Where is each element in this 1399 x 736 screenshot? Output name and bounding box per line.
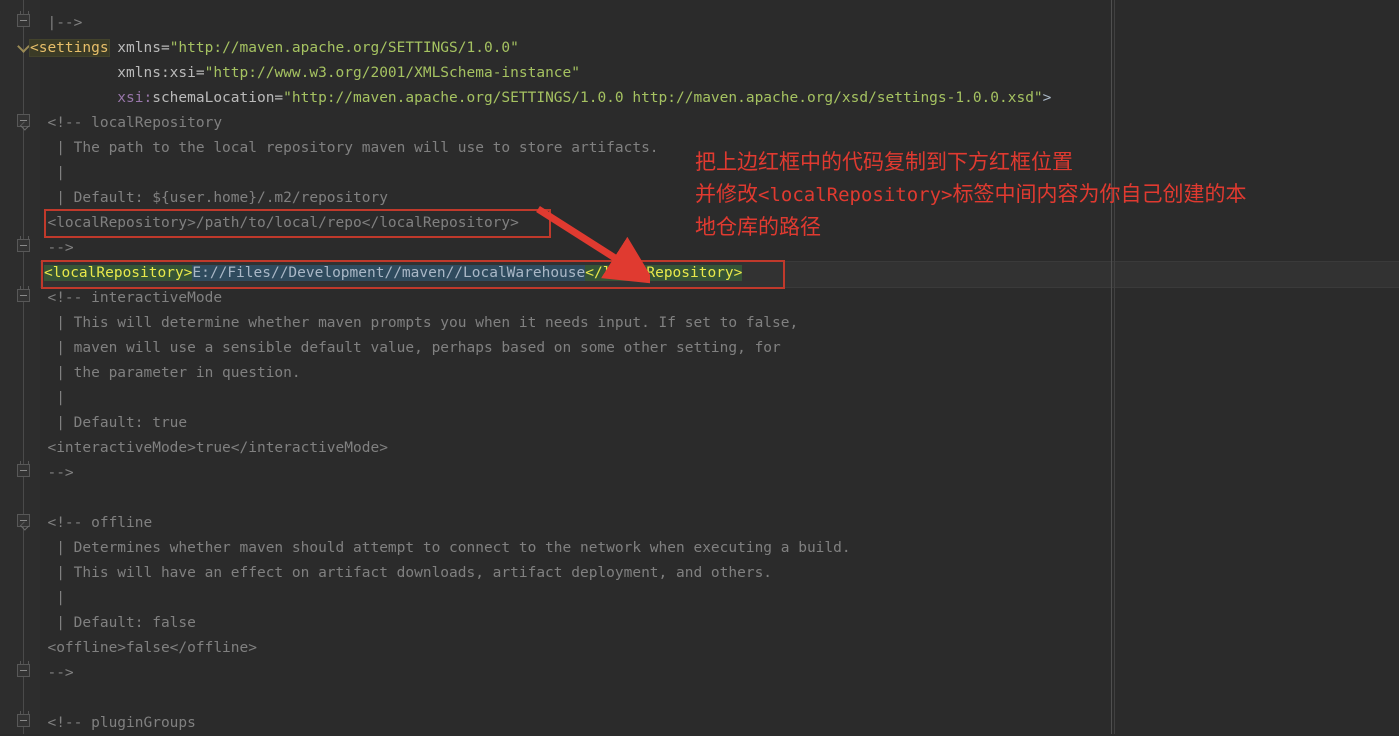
code-line[interactable]: xsi:schemaLocation="http://maven.apache.… [30, 86, 1051, 111]
code-token: "http://maven.apache.org/SETTINGS/1.0.0" [169, 40, 519, 56]
code-line[interactable]: <!-- interactiveMode [30, 286, 222, 311]
code-token: | The path to the local repository maven… [30, 140, 659, 156]
code-line[interactable]: --> [30, 236, 74, 261]
code-token: "http://www.w3.org/2001/XMLSchema-instan… [204, 65, 580, 81]
code-token: | Default: ${user.home}/.m2/repository [30, 190, 388, 206]
code-token: <!-- localRepository [30, 115, 223, 131]
code-line[interactable]: | The path to the local repository maven… [30, 136, 659, 161]
code-token: <offline>false</offline> [30, 640, 257, 656]
code-line[interactable]: | [30, 586, 65, 611]
code-line[interactable]: xmlns:xsi="http://www.w3.org/2001/XMLSch… [30, 61, 580, 86]
code-token: | Determines whether maven should attemp… [30, 540, 851, 556]
code-token: | Default: false [30, 615, 196, 631]
code-line[interactable]: <localRepository>/path/to/local/repo</lo… [30, 211, 519, 236]
code-token: <!-- offline [30, 515, 153, 531]
code-line[interactable]: <!-- pluginGroups [30, 711, 196, 736]
code-line[interactable]: <!-- offline [30, 511, 152, 536]
code-token: | Default: true [30, 415, 188, 431]
code-line[interactable]: <interactiveMode>true</interactiveMode> [30, 436, 388, 461]
code-line[interactable]: <offline>false</offline> [30, 636, 257, 661]
code-token: xsi: [30, 90, 153, 106]
code-line[interactable]: | This will have an effect on artifact d… [30, 561, 772, 586]
code-token: --> [30, 240, 74, 256]
code-token: "http://maven.apache.org/SETTINGS/1.0.0 … [283, 90, 1043, 106]
code-token: | [30, 390, 65, 406]
code-token: xmlns= [108, 40, 170, 56]
code-line[interactable]: <localRepository>E://Files//Development/… [44, 261, 743, 286]
code-line[interactable]: | Determines whether maven should attemp… [30, 536, 851, 561]
code-token: --> [30, 465, 74, 481]
code-line[interactable]: | Default: ${user.home}/.m2/repository [30, 186, 388, 211]
code-editor[interactable]: |--> <settings xmlns="http://maven.apache… [0, 0, 1399, 734]
code-line[interactable]: --> [30, 461, 74, 486]
code-token: <localRepository> [44, 265, 193, 281]
code-line[interactable]: <settings xmlns="http://maven.apache.org… [29, 36, 519, 61]
code-line[interactable]: | Default: false [30, 611, 196, 636]
code-token: <localRepository>/path/to/local/repo</lo… [30, 215, 519, 231]
code-token: E://Files//Development//maven//LocalWare… [192, 265, 586, 281]
code-token: <interactiveMode>true</interactiveMode> [30, 440, 388, 456]
code-token: |--> [30, 15, 83, 31]
code-token: xmlns:xsi= [30, 65, 205, 81]
code-line[interactable]: |--> [30, 11, 82, 36]
code-token: | the parameter in question. [30, 365, 301, 381]
code-token: > [1042, 90, 1052, 106]
code-content[interactable]: |--> <settings xmlns="http://maven.apache… [0, 0, 1399, 734]
code-line[interactable]: | [30, 161, 65, 186]
code-line[interactable]: | maven will use a sensible default valu… [30, 336, 781, 361]
code-token: | maven will use a sensible default valu… [30, 340, 781, 356]
code-line[interactable]: | This will determine whether maven prom… [30, 311, 798, 336]
code-token: | [30, 165, 65, 181]
code-line[interactable]: | Default: true [30, 411, 187, 436]
code-token: </localRepository> [585, 265, 743, 281]
code-token: | This will determine whether maven prom… [30, 315, 799, 331]
code-token: <!-- pluginGroups [30, 715, 196, 731]
code-line[interactable]: --> [30, 661, 74, 686]
code-line[interactable]: | the parameter in question. [30, 361, 301, 386]
code-token: --> [30, 665, 74, 681]
code-token: | [30, 590, 65, 606]
code-token: schemaLocation= [152, 90, 284, 106]
code-token: <settings [29, 39, 110, 57]
code-line[interactable]: | [30, 386, 65, 411]
code-line[interactable]: <!-- localRepository [30, 111, 222, 136]
code-token: | This will have an effect on artifact d… [30, 565, 773, 581]
code-token: <!-- interactiveMode [30, 290, 223, 306]
